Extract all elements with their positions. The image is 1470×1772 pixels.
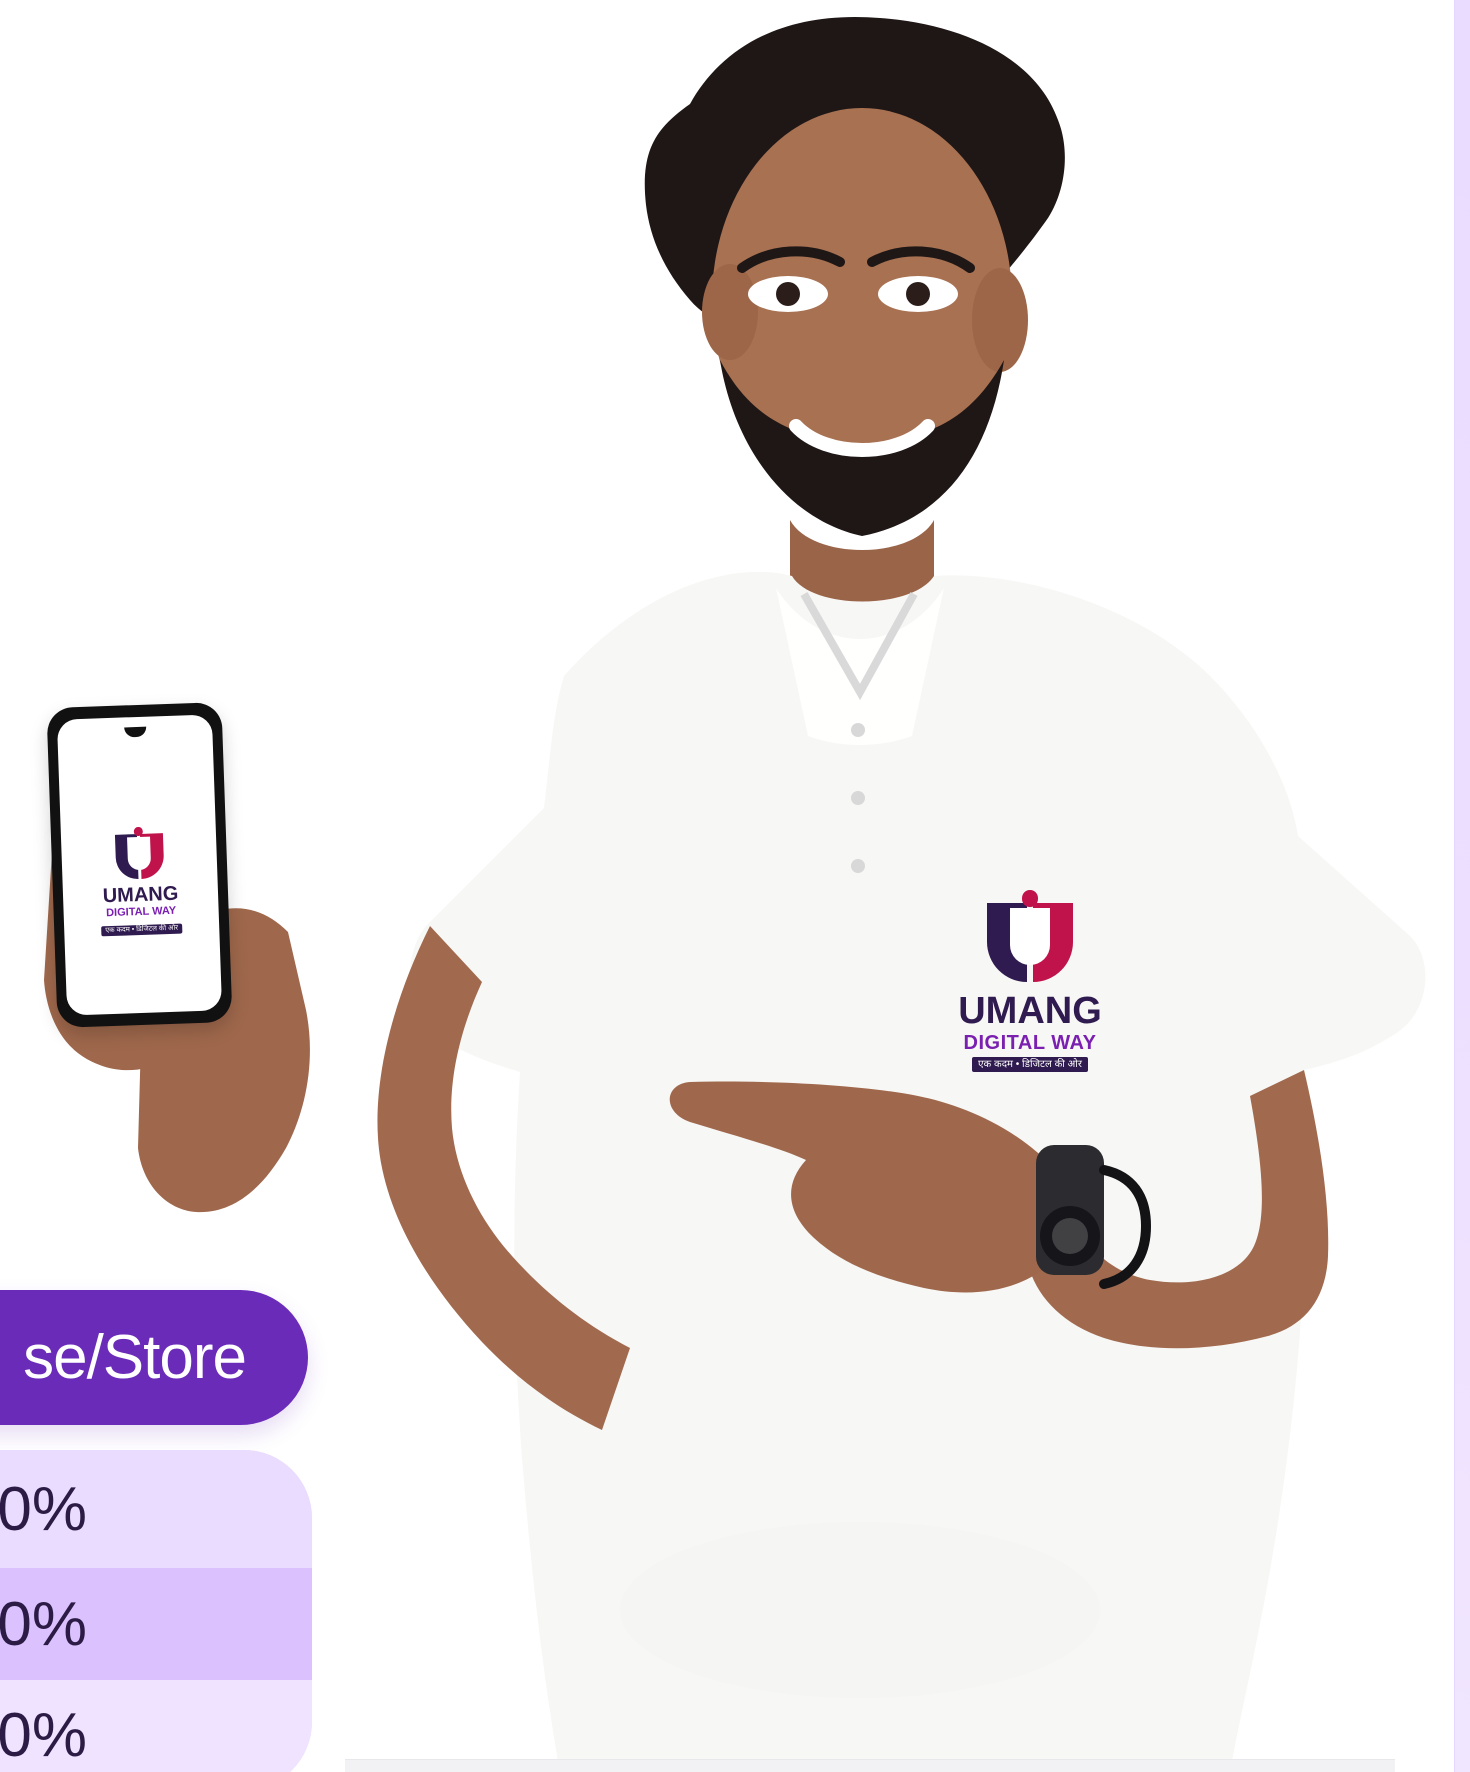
phone: UMANG DIGITAL WAY एक कदम • डिजिटल की ओर bbox=[46, 702, 233, 1028]
right-rail bbox=[1454, 0, 1470, 1772]
shirt-logo-subtitle: DIGITAL WAY bbox=[963, 1032, 1097, 1054]
phone-screen: UMANG DIGITAL WAY एक कदम • डिजिटल की ओर bbox=[56, 714, 223, 1016]
umang-logo-icon bbox=[114, 826, 164, 880]
page: y bbox=[0, 0, 1470, 1772]
phone-logo-title: UMANG bbox=[102, 882, 179, 908]
rates-card: 0% 0% 0% bbox=[0, 1450, 312, 1772]
rate-row: 0% bbox=[0, 1568, 312, 1680]
rate-row: 0% bbox=[0, 1450, 312, 1568]
bottom-strip bbox=[345, 1759, 1395, 1772]
phone-app-logo: UMANG DIGITAL WAY एक कदम • डिजिटल की ओर bbox=[61, 824, 220, 938]
phone-logo-tagline: एक कदम • डिजिटल की ओर bbox=[101, 923, 183, 937]
rate-row: 0% bbox=[0, 1680, 312, 1772]
umang-logo-icon bbox=[987, 890, 1073, 982]
store-type-pill: se/Store bbox=[0, 1290, 308, 1425]
shirt-logo-tagline: एक कदम • डिजिटल की ओर bbox=[972, 1057, 1088, 1072]
shirt-logo: UMANG DIGITAL WAY एक कदम • डिजिटल की ओर bbox=[935, 890, 1125, 1072]
shirt-logo-title: UMANG bbox=[958, 990, 1102, 1032]
